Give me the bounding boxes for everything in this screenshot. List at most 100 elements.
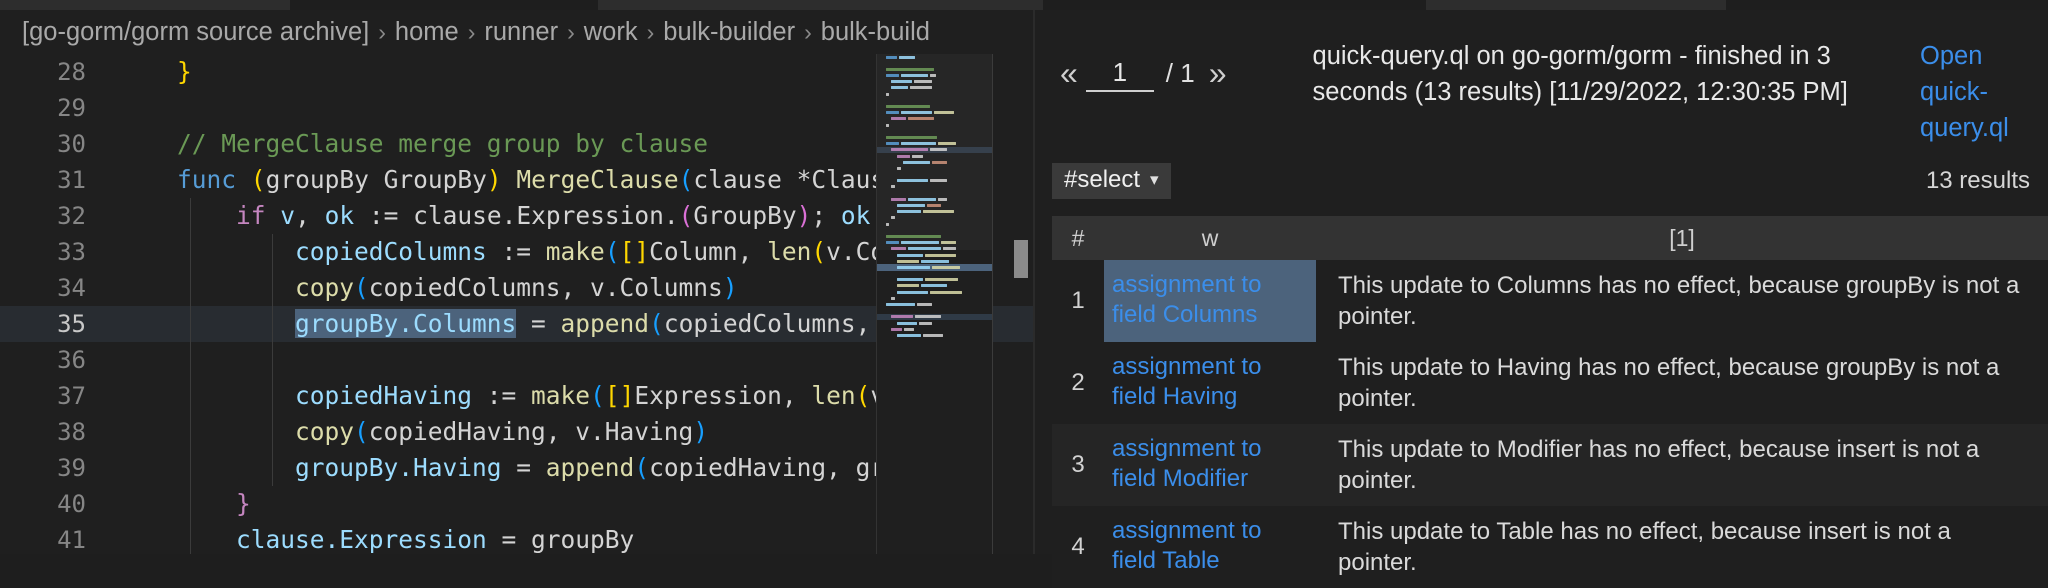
code-token: ( xyxy=(250,165,266,194)
code-token: copiedHaving xyxy=(295,381,473,410)
minimap-line xyxy=(877,332,992,338)
code-token: [] xyxy=(619,237,650,266)
column-header-1[interactable]: # xyxy=(1052,225,1104,252)
table-row[interactable]: 3 assignment to field Modifier This update… xyxy=(1052,424,2048,506)
minimap-indent xyxy=(881,289,895,292)
code-text: copy(copiedColumns, v.Columns) xyxy=(86,270,738,306)
next-page-icon[interactable]: » xyxy=(1201,57,1235,89)
breadcrumb-item-3[interactable]: runner xyxy=(484,18,558,47)
total-pages-label: / 1 xyxy=(1165,57,1195,88)
table-row[interactable]: 2 assignment to field Having This update t… xyxy=(1052,342,2048,424)
select-dropdown[interactable]: #select ▾ xyxy=(1052,163,1171,199)
minimap-indent xyxy=(881,302,884,305)
line-number: 32 xyxy=(57,202,86,230)
result-location-link[interactable]: assignment to field Modifier xyxy=(1104,424,1316,506)
page-number-input[interactable] xyxy=(1085,54,1154,92)
indent-guide xyxy=(272,414,273,450)
column-header-3[interactable]: [1] xyxy=(1316,225,2048,252)
breadcrumb[interactable]: [go-gorm/gorm source archive] › home › runne… xyxy=(0,10,1034,54)
indent-guide xyxy=(190,486,191,522)
code-token: := xyxy=(486,237,546,266)
editor-tab-strip xyxy=(0,0,2048,10)
code-token: copy xyxy=(295,273,355,302)
code-token: ( xyxy=(354,417,369,446)
breadcrumb-item-2[interactable]: home xyxy=(395,18,459,47)
open-query-link[interactable]: Open quick-query.ql xyxy=(1920,38,2030,146)
code-token: ) xyxy=(486,165,502,194)
result-location-link[interactable]: assignment to field Columns xyxy=(1104,260,1316,342)
line-number: 38 xyxy=(57,418,86,446)
results-header: « / 1 » quick-query.ql on go-gorm/gorm -… xyxy=(1034,10,2048,158)
breadcrumb-item-1[interactable]: [go-gorm/gorm source archive] xyxy=(22,18,369,47)
editor-tab-3[interactable] xyxy=(1426,0,1726,10)
minimap-token xyxy=(891,327,903,331)
code-token: , xyxy=(295,201,325,230)
code-token: copiedColumns xyxy=(295,237,487,266)
table-row[interactable]: 1 assignment to field Columns This update … xyxy=(1052,260,2048,342)
column-header-2[interactable]: w xyxy=(1104,225,1316,252)
line-number: 29 xyxy=(57,94,86,122)
minimap-indent xyxy=(881,295,889,298)
line-number: 33 xyxy=(57,238,86,266)
code-token: len xyxy=(767,237,812,266)
row-index: 1 xyxy=(1071,287,1085,314)
minimap-token xyxy=(924,253,957,257)
code-token: ( xyxy=(855,381,871,410)
breadcrumb-item-4[interactable]: work xyxy=(584,18,638,47)
code-token: copy xyxy=(295,417,355,446)
code-token: // MergeClause merge group by clause xyxy=(177,129,709,158)
code-token: groupBy GroupBy xyxy=(265,165,487,194)
minimap-slider[interactable] xyxy=(877,54,992,250)
indent-guide xyxy=(272,342,273,378)
code-token: groupBy.Having xyxy=(295,453,502,482)
code-text: func (groupBy GroupBy) MergeClause(claus… xyxy=(86,162,944,198)
code-token: ) xyxy=(693,417,709,446)
result-location-link[interactable]: assignment to field Having xyxy=(1104,342,1316,424)
editor-tab-1[interactable] xyxy=(0,0,290,10)
indent-guide xyxy=(272,450,273,486)
editor-scrollbar-thumb[interactable] xyxy=(1014,240,1028,278)
minimap-token xyxy=(891,296,896,300)
result-message: This update to Columns has no effect, be… xyxy=(1338,272,2020,330)
minimap-token xyxy=(932,265,960,269)
minimap-token xyxy=(904,327,914,331)
minimap-indent xyxy=(881,258,895,261)
minimap-token xyxy=(919,321,933,325)
code-token: ok xyxy=(840,201,871,230)
minimap-token xyxy=(897,265,931,269)
indent-guide xyxy=(190,270,191,306)
row-index: 3 xyxy=(1071,451,1085,478)
code-token: * xyxy=(796,165,812,194)
minimap-token xyxy=(897,259,920,263)
code-token: copiedColumns, v.Columns xyxy=(368,273,723,302)
indent-guide xyxy=(272,270,273,306)
code-token: ( xyxy=(811,237,827,266)
previous-page-icon[interactable]: « xyxy=(1052,57,1086,89)
breadcrumb-item-5[interactable]: bulk-builder xyxy=(663,18,795,47)
minimap-token xyxy=(921,284,947,288)
minimap-token xyxy=(922,333,944,337)
code-token: [] xyxy=(604,381,635,410)
indent-guide xyxy=(190,414,191,450)
code-token: make xyxy=(545,237,605,266)
code-text: copiedHaving := make([]Expression, len(v… xyxy=(86,378,959,414)
result-location-link[interactable]: assignment to field Table xyxy=(1104,506,1316,588)
indent-guide xyxy=(190,342,191,378)
breadcrumb-item-6[interactable]: bulk-build xyxy=(821,18,930,47)
code-token: Expression, xyxy=(634,381,812,410)
editor-tab-2[interactable] xyxy=(598,0,1043,10)
table-row[interactable]: 4 assignment to field Table This update to… xyxy=(1052,506,2048,588)
code-token: ( xyxy=(590,381,605,410)
indent-guide xyxy=(272,234,273,270)
code-token: ; xyxy=(811,201,841,230)
minimap-token xyxy=(915,315,942,319)
editor-vertical-scrollbar[interactable] xyxy=(1014,54,1028,554)
code-token: ) xyxy=(796,201,812,230)
results-table: # w [1] 1 assignment to field Columns This u… xyxy=(1052,216,2048,588)
code-token: } xyxy=(177,57,192,86)
code-token: len xyxy=(811,381,856,410)
